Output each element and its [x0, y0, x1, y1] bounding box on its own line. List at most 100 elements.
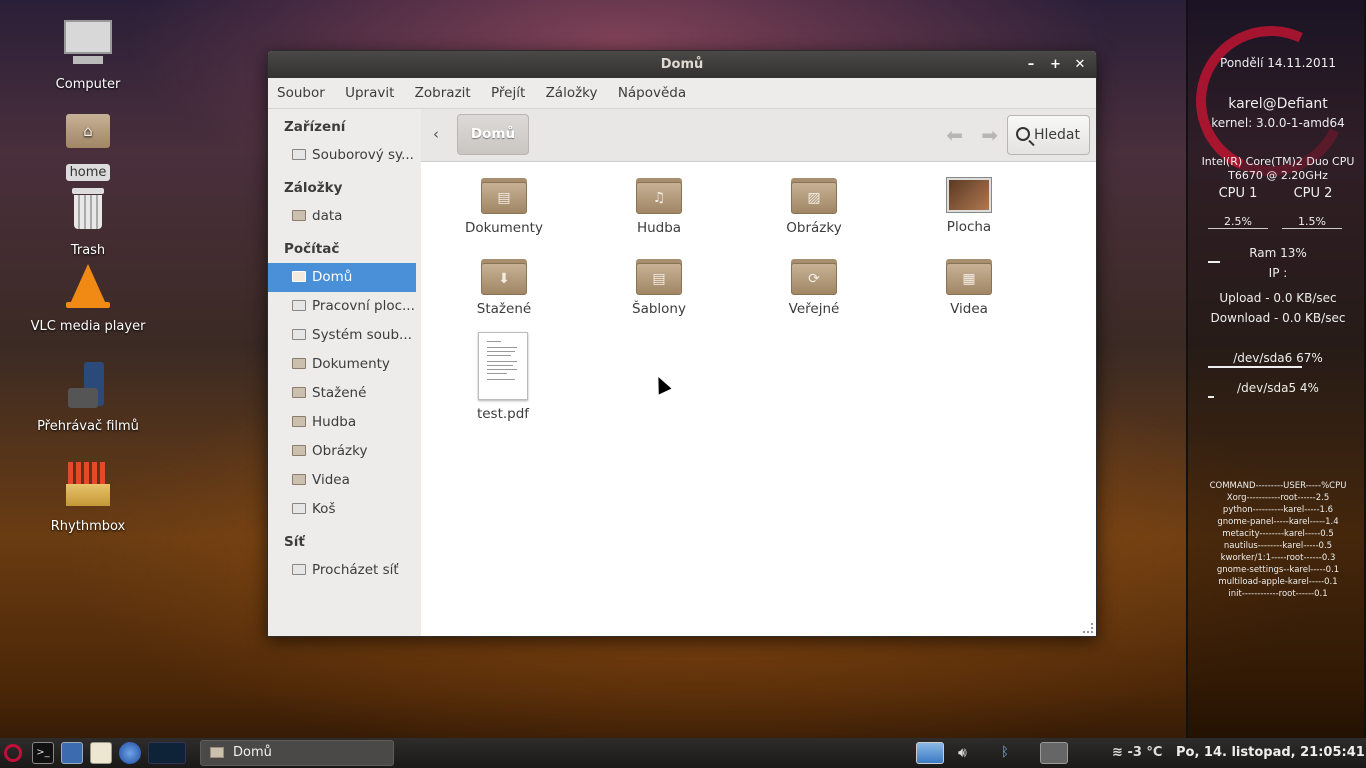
file-item-verejne[interactable]: ⟳ Veřejné	[749, 259, 879, 317]
vlc-cone-icon	[62, 262, 114, 314]
file-manager-window: Domů – + ✕ Soubor Upravit Zobrazit Přejí…	[267, 50, 1097, 637]
sidebar-item-home[interactable]: Domů	[268, 263, 416, 292]
file-item-videa[interactable]: ▦ Videa	[904, 259, 1034, 317]
maximize-button[interactable]: +	[1045, 51, 1065, 78]
process-row: gnome-settings--karel-----0.1	[1216, 565, 1340, 575]
desktop-icon-home[interactable]: ⌂ home	[13, 108, 163, 181]
sidebar-item-label: Domů	[312, 269, 353, 285]
desktop-icon-trash[interactable]: Trash	[13, 186, 163, 259]
file-item-dokumenty[interactable]: ▤ Dokumenty	[439, 178, 569, 236]
sidebar-item-downloads[interactable]: Stažené	[268, 379, 421, 408]
file-item-sablony[interactable]: ▤ Šablony	[594, 259, 724, 317]
places-sidebar: Zařízení Souborový sy... Záložky data Po…	[268, 109, 421, 636]
sidebar-item-label: Pracovní ploc...	[312, 298, 415, 314]
sidebar-item-videos[interactable]: Videa	[268, 466, 421, 495]
sidebar-item-label: Stažené	[312, 385, 367, 401]
menu-napoveda[interactable]: Nápověda	[610, 78, 694, 109]
conky-sda5: /dev/sda5 4%	[1237, 381, 1319, 395]
system-monitor-applet[interactable]	[148, 742, 186, 764]
forward-arrow-icon[interactable]: ➡	[981, 123, 998, 147]
desktop-icon-movie-player[interactable]: Přehrávač filmů	[13, 362, 163, 435]
menu-soubor[interactable]: Soubor	[268, 78, 333, 109]
folder-videos-icon	[292, 474, 306, 485]
search-button[interactable]: Hledat	[1007, 115, 1090, 155]
system-monitor-panel: Pondělí 14.11.2011 karel@Defiant kernel:…	[1174, 0, 1366, 738]
conky-cpu2-value: 1.5%	[1282, 215, 1342, 229]
process-row: multiload-apple-karel-----0.1	[1218, 577, 1338, 587]
sidebar-item-browse-network[interactable]: Procházet síť	[268, 556, 421, 585]
computer-icon	[62, 20, 114, 72]
desktop-icon-label: Přehrávač filmů	[37, 419, 139, 434]
text-editor-icon[interactable]	[90, 742, 112, 764]
debian-menu-icon[interactable]	[4, 744, 22, 762]
conky-cpu-model-1: Intel(R) Core(TM)2 Duo CPU	[1201, 155, 1355, 168]
desktop-icon-vlc[interactable]: VLC media player	[13, 262, 163, 335]
process-row: kworker/1:1-----root------0.3	[1220, 553, 1336, 563]
resize-grip[interactable]	[1083, 623, 1093, 633]
sidebar-item-label: data	[312, 208, 343, 224]
file-item-obrazky[interactable]: ▨ Obrázky	[749, 178, 879, 236]
menu-bar: Soubor Upravit Zobrazit Přejít Záložky N…	[268, 78, 1096, 109]
folder-documents-icon: ▤	[481, 178, 527, 214]
clock[interactable]: Po, 14. listopad, 21:05:41	[1176, 738, 1365, 768]
folder-public-icon: ⟳	[791, 259, 837, 295]
file-name: Hudba	[636, 220, 682, 236]
file-name: Veřejné	[788, 301, 840, 317]
file-name: Dokumenty	[465, 220, 543, 236]
ram-bar	[1208, 261, 1300, 263]
weather-temperature[interactable]: ≋ -3 °C	[1112, 738, 1162, 768]
sidebar-item-trash[interactable]: Koš	[268, 495, 421, 524]
bluetooth-icon[interactable]: ᛒ	[1001, 738, 1009, 768]
home-folder-icon: ⌂	[62, 108, 114, 160]
drive-icon	[292, 149, 306, 160]
workspace-switcher-icon[interactable]	[916, 742, 944, 764]
sidebar-item-filesystem-root[interactable]: Systém soub...	[268, 321, 421, 350]
breadcrumb-home[interactable]: Domů	[457, 114, 529, 155]
sidebar-item-data[interactable]: data	[268, 202, 421, 231]
volume-icon[interactable]: 🔊︎	[958, 738, 967, 768]
process-row: Xorg-----------root------2.5	[1226, 493, 1330, 503]
sidebar-item-documents[interactable]: Dokumenty	[268, 350, 421, 379]
sidebar-item-label: Hudba	[312, 414, 357, 430]
folder-music-icon: ♫	[636, 178, 682, 214]
minimize-button[interactable]: –	[1021, 51, 1041, 78]
sidebar-item-label: Systém soub...	[312, 327, 412, 343]
folder-music-icon	[292, 416, 306, 427]
sda6-bar	[1208, 366, 1348, 368]
conky-user: karel@Defiant	[1228, 96, 1328, 112]
control-center-icon[interactable]	[61, 742, 83, 764]
folder-documents-icon	[292, 358, 306, 369]
back-chevron-icon[interactable]: ‹	[433, 125, 439, 143]
menu-upravit[interactable]: Upravit	[337, 78, 402, 109]
network-manager-icon[interactable]	[1040, 742, 1068, 764]
file-item-stazene[interactable]: ⬇ Stažené	[439, 259, 569, 317]
sidebar-item-filesystem[interactable]: Souborový sy...	[268, 141, 421, 170]
desktop-icon-label: home	[65, 164, 111, 181]
sidebar-item-desktop[interactable]: Pracovní ploc...	[268, 292, 421, 321]
menu-zalozky[interactable]: Záložky	[538, 78, 606, 109]
conky-ip: IP :	[1268, 266, 1288, 280]
taskbar-window-button[interactable]: Domů	[200, 740, 394, 766]
close-button[interactable]: ✕	[1070, 51, 1090, 78]
back-arrow-icon[interactable]: ⬅	[946, 123, 963, 147]
sidebar-header-devices: Zařízení	[284, 119, 346, 135]
menu-prejit[interactable]: Přejít	[483, 78, 533, 109]
desktop-icon-rhythmbox[interactable]: Rhythmbox	[13, 462, 163, 535]
terminal-icon[interactable]: >_	[32, 742, 54, 764]
web-browser-icon[interactable]	[119, 742, 141, 764]
file-item-plocha[interactable]: Plocha	[904, 178, 1034, 235]
file-item-test-pdf[interactable]: test.pdf	[438, 332, 568, 422]
window-titlebar[interactable]: Domů – + ✕	[268, 51, 1096, 78]
conky-cpu2-label: CPU 2	[1293, 186, 1333, 201]
process-row: COMMAND---------USER-----%CPU	[1209, 481, 1347, 491]
file-name: test.pdf	[476, 406, 530, 422]
file-name: Šablony	[632, 301, 686, 317]
file-item-hudba[interactable]: ♫ Hudba	[594, 178, 724, 236]
search-icon	[1016, 127, 1030, 141]
sidebar-item-music[interactable]: Hudba	[268, 408, 421, 437]
menu-zobrazit[interactable]: Zobrazit	[407, 78, 479, 109]
sidebar-item-pictures[interactable]: Obrázky	[268, 437, 421, 466]
desktop-icon-computer[interactable]: Computer	[13, 20, 163, 93]
file-view: ▤ Dokumenty ♫ Hudba ▨ Obrázky Plocha ⬇ S…	[421, 162, 1096, 636]
rhythmbox-icon	[62, 462, 114, 514]
